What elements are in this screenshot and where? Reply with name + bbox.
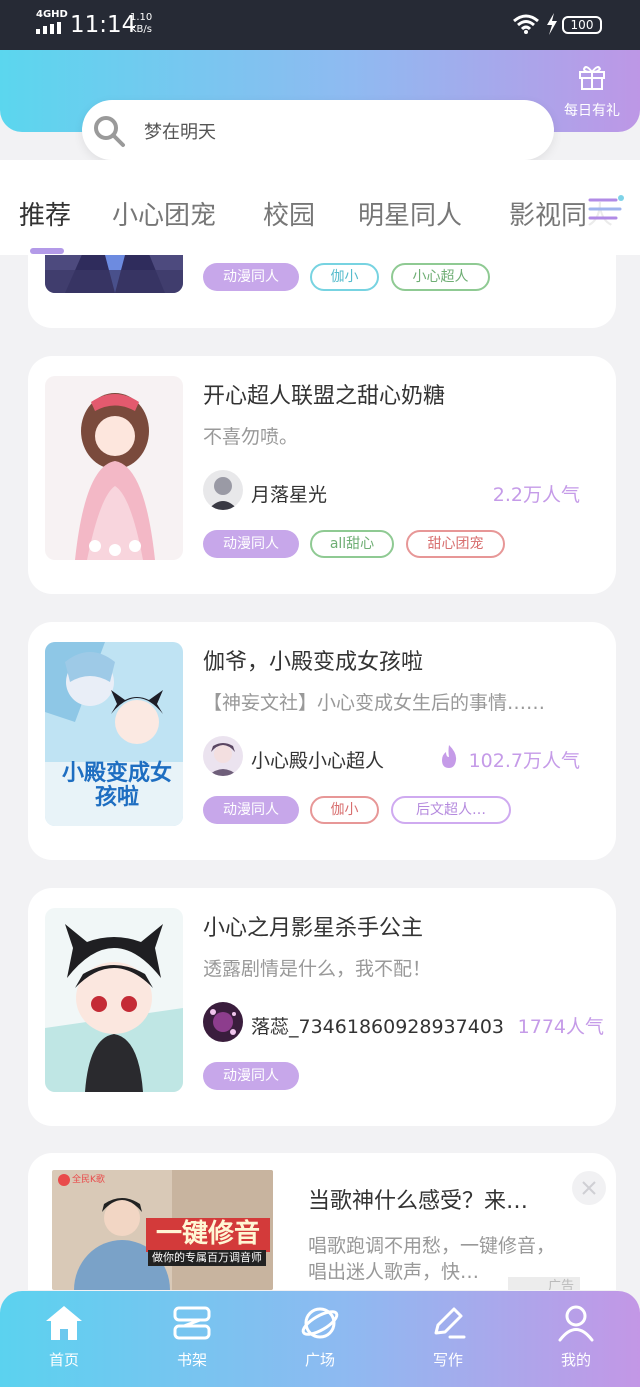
- popularity-count: 2.2万人气: [492, 484, 580, 506]
- story-tag[interactable]: 小心超人: [391, 263, 490, 291]
- wifi-icon: [513, 14, 539, 34]
- story-tag[interactable]: 甜心团宠: [406, 530, 505, 558]
- clock: 11:14: [70, 12, 137, 38]
- battery-indicator: 100: [562, 16, 602, 34]
- bottom-navigation: 首页 书架 广场 写作 我的: [0, 1291, 640, 1387]
- net-speed-unit: KB/s: [130, 24, 152, 35]
- user-icon: [558, 1305, 594, 1342]
- tab-star-fanfic[interactable]: 明星同人: [358, 195, 462, 232]
- story-tag[interactable]: 伽小: [310, 263, 379, 291]
- nav-home[interactable]: 首页: [24, 1303, 104, 1370]
- gift-icon[interactable]: [578, 64, 606, 90]
- close-icon: [582, 1181, 596, 1195]
- author-avatar[interactable]: [203, 736, 243, 776]
- charging-icon: [547, 13, 557, 35]
- ad-image-headline: 一键修音: [155, 1219, 260, 1249]
- story-description: 透露剧情是什么，我不配！: [203, 958, 432, 980]
- daily-gift-label[interactable]: 每日有礼: [556, 100, 628, 120]
- nav-square[interactable]: 广场: [280, 1303, 360, 1370]
- ad-card[interactable]: 一键修音 做你的专属百万调音师 全民K歌 当歌神什么感受？来… 唱歌跑调不用愁，…: [28, 1153, 616, 1290]
- tab-xiaoxin-tuanchong[interactable]: 小心团宠: [112, 195, 216, 232]
- author-name[interactable]: 小心殿小心超人: [251, 746, 384, 773]
- story-feed: 动漫同人 伽小 小心超人 开心超人联盟之甜心奶糖 不喜勿喷。 月落星光 2.2万…: [0, 255, 640, 1290]
- status-bar: 4GHD 11:14 1.10 KB/s 100: [0, 0, 640, 50]
- nav-write[interactable]: 写作: [408, 1303, 488, 1370]
- pen-icon: [434, 1307, 466, 1339]
- story-description: 【神妄文社】小心变成女生后的事情……: [203, 692, 546, 714]
- nav-label: 我的: [560, 1351, 591, 1369]
- cover-title-text: 小殿变成女孩啦: [61, 761, 172, 810]
- story-tag[interactable]: 动漫同人: [203, 263, 299, 291]
- story-tag[interactable]: 动漫同人: [203, 1062, 299, 1090]
- ad-close-button[interactable]: [572, 1171, 606, 1205]
- story-card[interactable]: 动漫同人 伽小 小心超人: [28, 255, 616, 328]
- story-title[interactable]: 小心之月影星杀手公主: [203, 910, 423, 942]
- ad-badge: 广告: [508, 1277, 580, 1290]
- flame-icon: [442, 745, 457, 768]
- author-avatar[interactable]: [203, 470, 243, 510]
- story-cover: [45, 376, 183, 560]
- net-speed: 1.10 KB/s: [130, 12, 152, 36]
- nav-label: 首页: [48, 1351, 79, 1369]
- tab-recommend[interactable]: 推荐: [19, 195, 71, 232]
- ad-image-brand: 全民K歌: [72, 1175, 105, 1185]
- category-menu-icon[interactable]: [586, 192, 626, 226]
- nav-bookshelf[interactable]: 书架: [152, 1303, 232, 1370]
- bookshelf-icon: [173, 1306, 211, 1340]
- story-cover: [45, 908, 183, 1092]
- nav-profile[interactable]: 我的: [536, 1303, 616, 1370]
- story-description: 不喜勿喷。: [203, 426, 299, 448]
- planet-icon: [301, 1307, 339, 1339]
- story-tag[interactable]: 后文超人…: [391, 796, 511, 824]
- popularity-count: 102.7万人气: [468, 750, 580, 772]
- story-title[interactable]: 开心超人联盟之甜心奶糖: [203, 378, 445, 410]
- story-cover: 小殿变成女孩啦: [45, 642, 183, 826]
- tab-campus[interactable]: 校园: [263, 195, 315, 232]
- story-card[interactable]: 小殿变成女孩啦 伽爷，小殿变成女孩啦 【神妄文社】小心变成女生后的事情…… 小心…: [28, 622, 616, 860]
- net-speed-value: 1.10: [130, 12, 153, 23]
- category-tabs: 推荐 小心团宠 校园 明星同人 影视同人: [0, 160, 640, 255]
- search-icon: [94, 116, 125, 147]
- story-tag[interactable]: all甜心: [310, 530, 394, 558]
- active-tab-indicator: [30, 248, 64, 254]
- story-tag[interactable]: 动漫同人: [203, 530, 299, 558]
- search-placeholder: 梦在明天: [144, 122, 216, 143]
- author-avatar[interactable]: [203, 1002, 243, 1042]
- story-card[interactable]: 小心之月影星杀手公主 透露剧情是什么，我不配！ 落蕊_7346186092893…: [28, 888, 616, 1126]
- story-title[interactable]: 伽爷，小殿变成女孩啦: [203, 644, 423, 676]
- ad-image: 一键修音 做你的专属百万调音师 全民K歌: [52, 1170, 273, 1290]
- nav-label: 广场: [304, 1351, 335, 1369]
- search-bar[interactable]: 梦在明天: [82, 100, 554, 160]
- author-name[interactable]: 落蕊_73461860928937403: [251, 1012, 504, 1039]
- home-icon: [46, 1306, 82, 1340]
- popularity-count: 1774人气: [511, 1012, 604, 1039]
- author-name[interactable]: 月落星光: [251, 480, 327, 507]
- story-tag[interactable]: 动漫同人: [203, 796, 299, 824]
- story-card[interactable]: 开心超人联盟之甜心奶糖 不喜勿喷。 月落星光 2.2万人气 动漫同人 all甜心…: [28, 356, 616, 594]
- story-cover: [45, 255, 183, 293]
- signal-icon: [36, 22, 61, 34]
- ad-image-subline: 做你的专属百万调音师: [152, 1251, 262, 1264]
- network-type: 4GHD: [36, 9, 68, 20]
- story-tag[interactable]: 伽小: [310, 796, 379, 824]
- nav-label: 写作: [432, 1351, 463, 1369]
- ad-title[interactable]: 当歌神什么感受？来…: [308, 1183, 528, 1215]
- nav-label: 书架: [176, 1351, 207, 1369]
